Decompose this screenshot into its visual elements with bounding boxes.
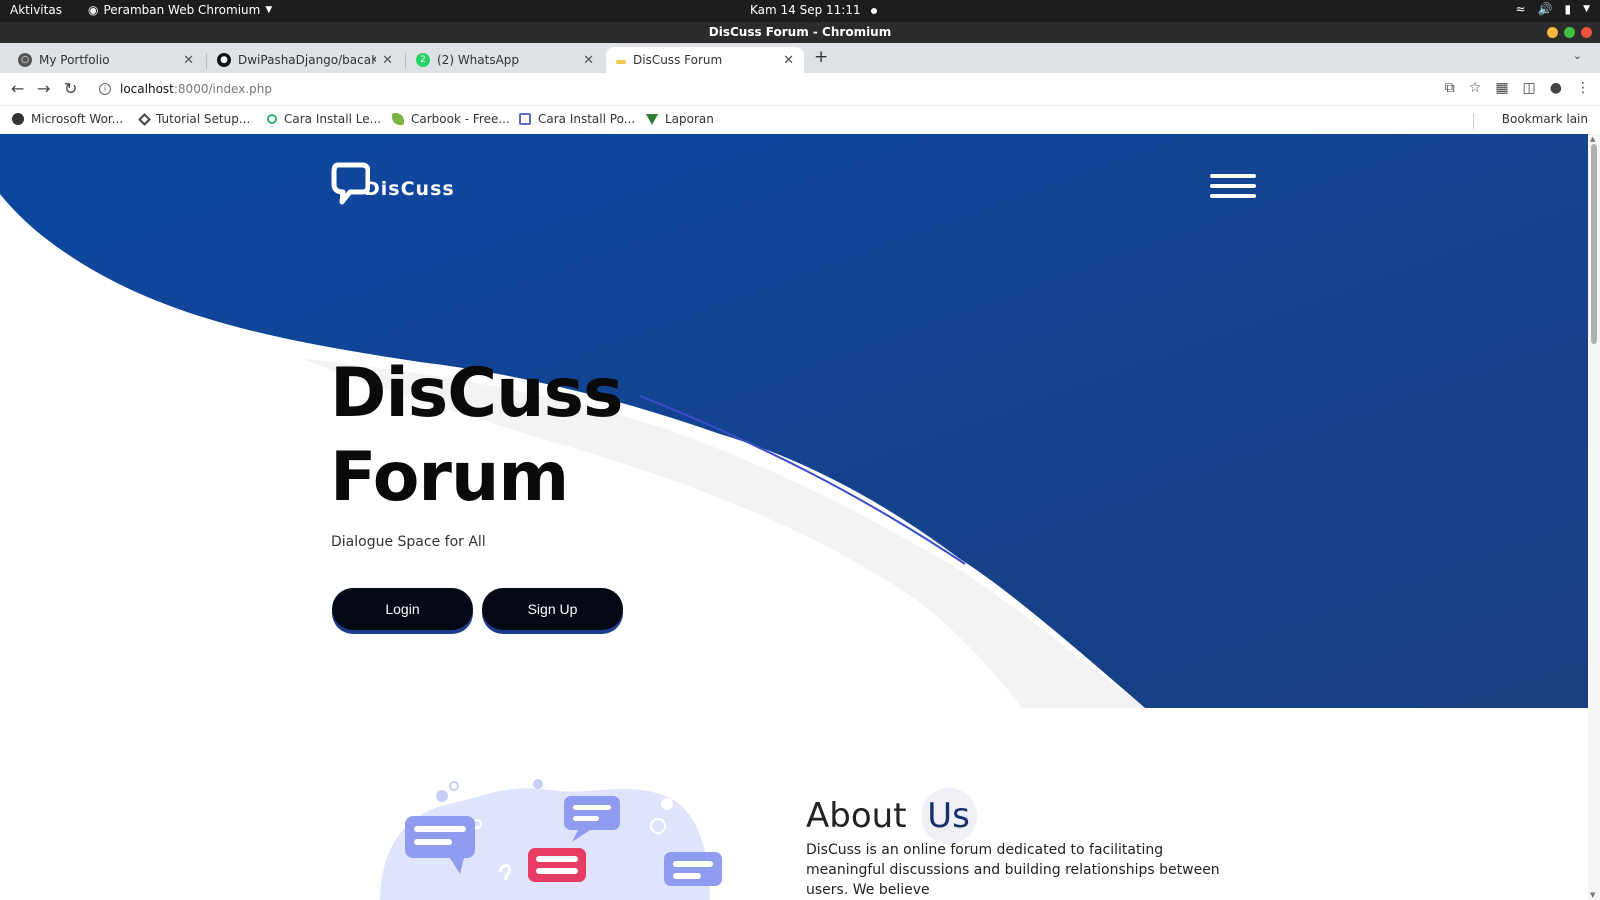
page-scrollbar[interactable]: ▲ ▼ [1588, 134, 1600, 900]
hamburger-bar [1210, 174, 1256, 178]
wifi-icon: ≈ [1515, 2, 1526, 16]
browser-toolbar: ← → ↻ i localhost:8000/index.php ⧉ ☆ ▦ ◫… [0, 73, 1600, 106]
site-logo[interactable]: DisCuss [330, 160, 455, 214]
bookmark-star-icon[interactable]: ☆ [1469, 80, 1482, 96]
battery-icon: ▮ [1564, 2, 1572, 16]
scroll-up-arrow-icon[interactable]: ▲ [1590, 135, 1595, 143]
bookmark-carbook[interactable]: Carbook - Free... [392, 112, 510, 126]
bookmark-label: Carbook - Free... [411, 112, 510, 126]
bookmark-favicon-icon [519, 113, 531, 125]
close-window-button[interactable] [1581, 27, 1592, 38]
bookmark-cara-install-po[interactable]: Cara Install Po... [519, 112, 635, 126]
url-path: :8000/index.php [173, 82, 272, 96]
kebab-menu-icon[interactable]: ⋮ [1576, 80, 1590, 96]
back-arrow-icon[interactable]: ← [11, 79, 24, 98]
bookmark-cara-install-le[interactable]: Cara Install Le... [267, 112, 381, 126]
tab-strip: ○ My Portfolio ✕ ● DwiPashaDjango/bacaKu… [0, 43, 1600, 73]
notification-dot [870, 7, 877, 14]
close-icon[interactable]: ✕ [183, 53, 194, 68]
logo-text: DisCuss [364, 178, 455, 200]
about-title-text: About [806, 796, 907, 836]
close-icon[interactable]: ✕ [583, 53, 594, 68]
chevron-down-icon: ▼ [265, 4, 273, 15]
page-icon [616, 60, 626, 64]
clock-label: Kam 14 Sep 11:11 [750, 3, 861, 17]
vue-icon [646, 113, 658, 125]
bookmark-label: Laporan [665, 112, 714, 126]
chevron-down-icon: ▼ [1583, 3, 1590, 14]
reload-icon[interactable]: ↻ [64, 79, 77, 98]
hero-title-line1: DisCuss [330, 354, 623, 433]
tab-label: DisCuss Forum [633, 53, 723, 67]
system-top-bar: Aktivitas ◉ Peramban Web Chromium ▼ Kam … [0, 0, 1600, 22]
forward-arrow-icon[interactable]: → [37, 79, 50, 98]
leaf-icon [392, 113, 404, 125]
bookmark-favicon-icon [267, 114, 277, 124]
window-controls [1547, 27, 1592, 38]
hero-subtitle: Dialogue Space for All [331, 534, 486, 550]
scrollbar-thumb[interactable] [1591, 144, 1597, 344]
bookmark-laporan[interactable]: Laporan [646, 112, 714, 126]
window-title-bar: DisCuss Forum - Chromium [0, 22, 1600, 43]
about-heading: About Us [806, 788, 977, 844]
bookmark-microsoft-word[interactable]: Microsoft Wor... [12, 112, 123, 126]
system-tray[interactable]: ≈ 🔊 ▮ ▼ [1515, 3, 1590, 15]
tab-search-chevron-icon[interactable]: ⌄ [1573, 49, 1582, 62]
chromium-icon: ◉ [88, 3, 99, 17]
url-host: localhost [120, 82, 174, 96]
bookmark-tutorial-setup[interactable]: Tutorial Setup... [138, 112, 251, 126]
page-viewport: DisCuss DisCuss Forum Dialogue Space for… [0, 134, 1588, 900]
bookmark-label: Tutorial Setup... [156, 112, 251, 126]
diamond-icon [138, 112, 151, 126]
maximize-button[interactable] [1564, 27, 1575, 38]
address-bar[interactable]: i localhost:8000/index.php [91, 77, 1469, 101]
info-icon[interactable]: i [99, 83, 111, 95]
bookmark-favicon-icon [12, 113, 24, 125]
tab-whatsapp[interactable]: 2 (2) WhatsApp ✕ [406, 47, 604, 73]
clock[interactable]: Kam 14 Sep 11:11 [750, 3, 877, 17]
tab-label: (2) WhatsApp [437, 53, 520, 67]
hamburger-bar [1210, 184, 1256, 188]
close-icon[interactable]: ✕ [783, 53, 794, 68]
bookmark-other-folder[interactable]: Bookmark lain [1495, 112, 1588, 126]
bookmarks-divider [1473, 113, 1474, 129]
volume-icon: 🔊 [1537, 2, 1553, 16]
about-paragraph: DisCuss is an online forum dedicated to … [806, 842, 1220, 898]
tab-label: DwiPashaDjango/bacaKu [238, 53, 377, 67]
hamburger-menu-icon[interactable] [1210, 174, 1256, 204]
tab-label: My Portfolio [39, 53, 110, 67]
signup-button[interactable]: Sign Up [482, 588, 623, 630]
extensions-puzzle-icon[interactable]: ▦ [1495, 80, 1508, 96]
tab-github[interactable]: ● DwiPashaDjango/bacaKu ✕ [207, 47, 403, 73]
share-icon[interactable]: ⧉ [1445, 80, 1455, 96]
bookmarks-bar: Microsoft Wor... Tutorial Setup... Cara … [0, 106, 1600, 134]
activities-button[interactable]: Aktivitas [10, 3, 62, 17]
tab-my-portfolio[interactable]: ○ My Portfolio ✕ [8, 47, 204, 73]
hero-title: DisCuss Forum [330, 352, 623, 520]
profile-avatar-icon[interactable]: ● [1550, 80, 1562, 96]
about-title-highlight: Us [920, 788, 977, 844]
window-title: DisCuss Forum - Chromium [708, 25, 892, 39]
bookmark-folder-label: Bookmark lain [1501, 112, 1588, 126]
whatsapp-icon: 2 [416, 53, 430, 67]
scroll-down-arrow-icon[interactable]: ▼ [1590, 891, 1595, 899]
bookmark-label: Cara Install Po... [538, 112, 636, 126]
bookmark-label: Microsoft Wor... [31, 112, 124, 126]
minimize-button[interactable] [1547, 27, 1558, 38]
chat-bubbles-illustration [380, 779, 722, 900]
new-tab-button[interactable]: + [814, 47, 828, 67]
bookmark-label: Cara Install Le... [284, 112, 382, 126]
github-icon: ● [217, 53, 231, 67]
app-menu[interactable]: ◉ Peramban Web Chromium ▼ [88, 3, 272, 17]
toolbar-actions: ⧉ ☆ ▦ ◫ ● ⋮ [1445, 80, 1590, 96]
login-button[interactable]: Login [332, 588, 473, 630]
close-icon[interactable]: ✕ [382, 53, 393, 68]
tab-discuss-forum[interactable]: DisCuss Forum ✕ [606, 47, 804, 73]
app-menu-label: Peramban Web Chromium [103, 3, 261, 17]
hero-background [0, 134, 1588, 708]
globe-icon: ○ [18, 53, 32, 67]
hero-title-line2: Forum [330, 438, 569, 517]
side-panel-icon[interactable]: ◫ [1523, 80, 1536, 96]
hamburger-bar [1210, 194, 1256, 198]
